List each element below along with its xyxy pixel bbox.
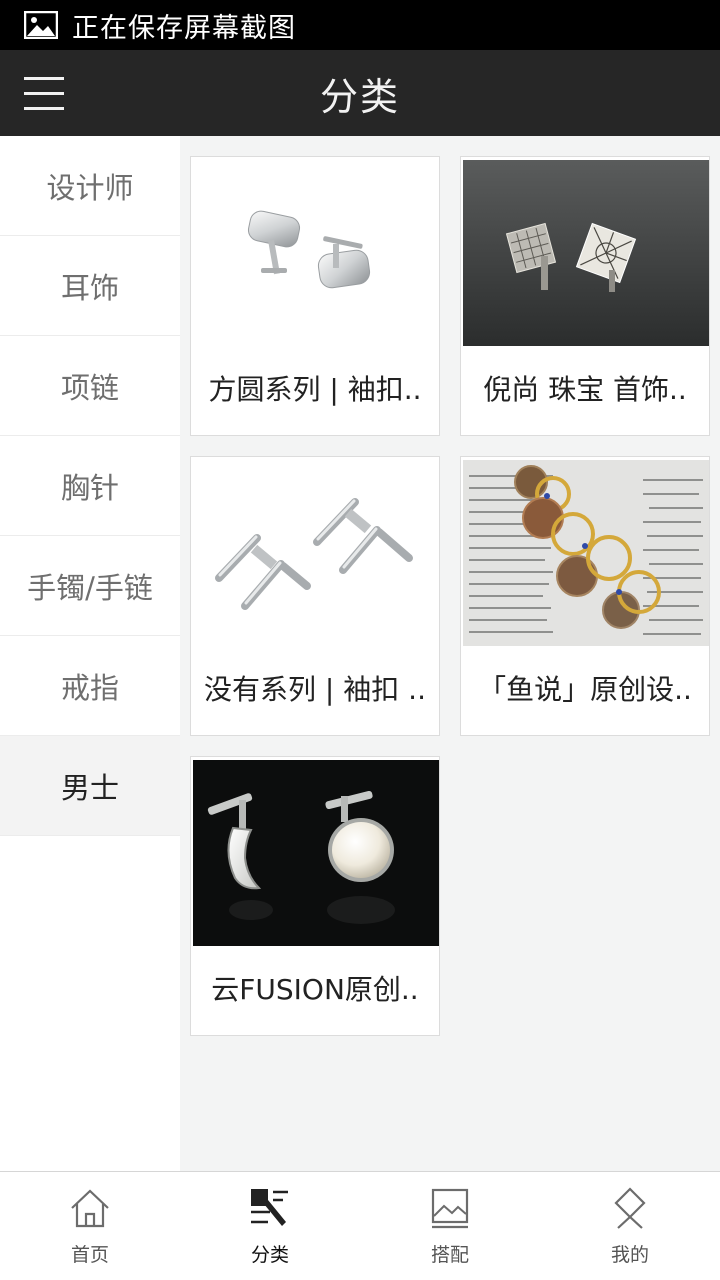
tab-home[interactable]: 首页	[0, 1172, 180, 1280]
tab-profile[interactable]: 我的	[540, 1172, 720, 1280]
sidebar-item-label: 耳饰	[60, 270, 119, 305]
sidebar-item-label: 胸针	[60, 470, 119, 505]
product-caption: 倪尚 珠宝 首饰..	[483, 373, 687, 406]
product-image	[463, 460, 709, 646]
product-caption: 「鱼说」原创设..	[478, 673, 692, 706]
product-card[interactable]: 云FUSION原创..	[190, 756, 440, 1036]
product-caption: 没有系列 | 袖扣 ..	[204, 673, 426, 706]
status-text: 正在保存屏幕截图	[72, 12, 296, 44]
sidebar-item-label: 戒指	[60, 670, 119, 705]
sidebar-item-bracelet[interactable]: 手镯/手链	[0, 536, 180, 636]
picture-frame-icon	[431, 1188, 469, 1229]
product-image	[463, 160, 709, 346]
home-icon	[71, 1189, 109, 1228]
page-title: 分类	[319, 74, 400, 119]
product-image	[193, 460, 439, 646]
tab-label: 分类	[250, 1244, 289, 1266]
product-card[interactable]: 「鱼说」原创设..	[460, 456, 710, 736]
sidebar-item-men[interactable]: 男士	[0, 736, 180, 836]
product-caption: 云FUSION原创..	[211, 973, 419, 1006]
tab-label: 首页	[70, 1244, 109, 1266]
sidebar-item-label: 设计师	[46, 170, 134, 205]
tab-label: 我的	[610, 1244, 649, 1266]
sidebar-item-earrings[interactable]: 耳饰	[0, 236, 180, 336]
sidebar-item-brooch[interactable]: 胸针	[0, 436, 180, 536]
sidebar-item-ring[interactable]: 戒指	[0, 636, 180, 736]
hamburger-menu-icon[interactable]	[24, 75, 66, 111]
product-grid: 方圆系列 | 袖扣.. 倪尚 珠宝 首饰.. 没有系列 | 袖扣 .. 「鱼说」…	[180, 136, 720, 1171]
image-icon	[24, 11, 58, 39]
product-card[interactable]: 倪尚 珠宝 首饰..	[460, 156, 710, 436]
sidebar-item-label: 男士	[60, 770, 119, 805]
product-caption: 方圆系列 | 袖扣..	[208, 373, 422, 406]
category-icon	[251, 1189, 288, 1226]
sidebar-item-label: 项链	[60, 370, 119, 405]
tab-match[interactable]: 搭配	[360, 1172, 540, 1280]
status-bar: 正在保存屏幕截图	[0, 0, 720, 50]
sidebar-item-designer[interactable]: 设计师	[0, 136, 180, 236]
tab-label: 搭配	[430, 1244, 469, 1266]
product-image	[193, 760, 439, 946]
tab-category[interactable]: 分类	[180, 1172, 360, 1280]
sidebar-item-label: 手镯/手链	[27, 570, 153, 605]
product-card[interactable]: 方圆系列 | 袖扣..	[190, 156, 440, 436]
product-image	[193, 160, 439, 346]
product-card[interactable]: 没有系列 | 袖扣 ..	[190, 456, 440, 736]
profile-diamond-icon	[614, 1187, 646, 1229]
bottom-nav: 首页 分类 搭配 我的	[0, 1171, 720, 1280]
header-bar: 分类	[0, 50, 720, 136]
sidebar-item-necklace[interactable]: 项链	[0, 336, 180, 436]
category-sidebar: 设计师 耳饰 项链 胸针 手镯/手链 戒指 男士	[0, 136, 180, 1171]
